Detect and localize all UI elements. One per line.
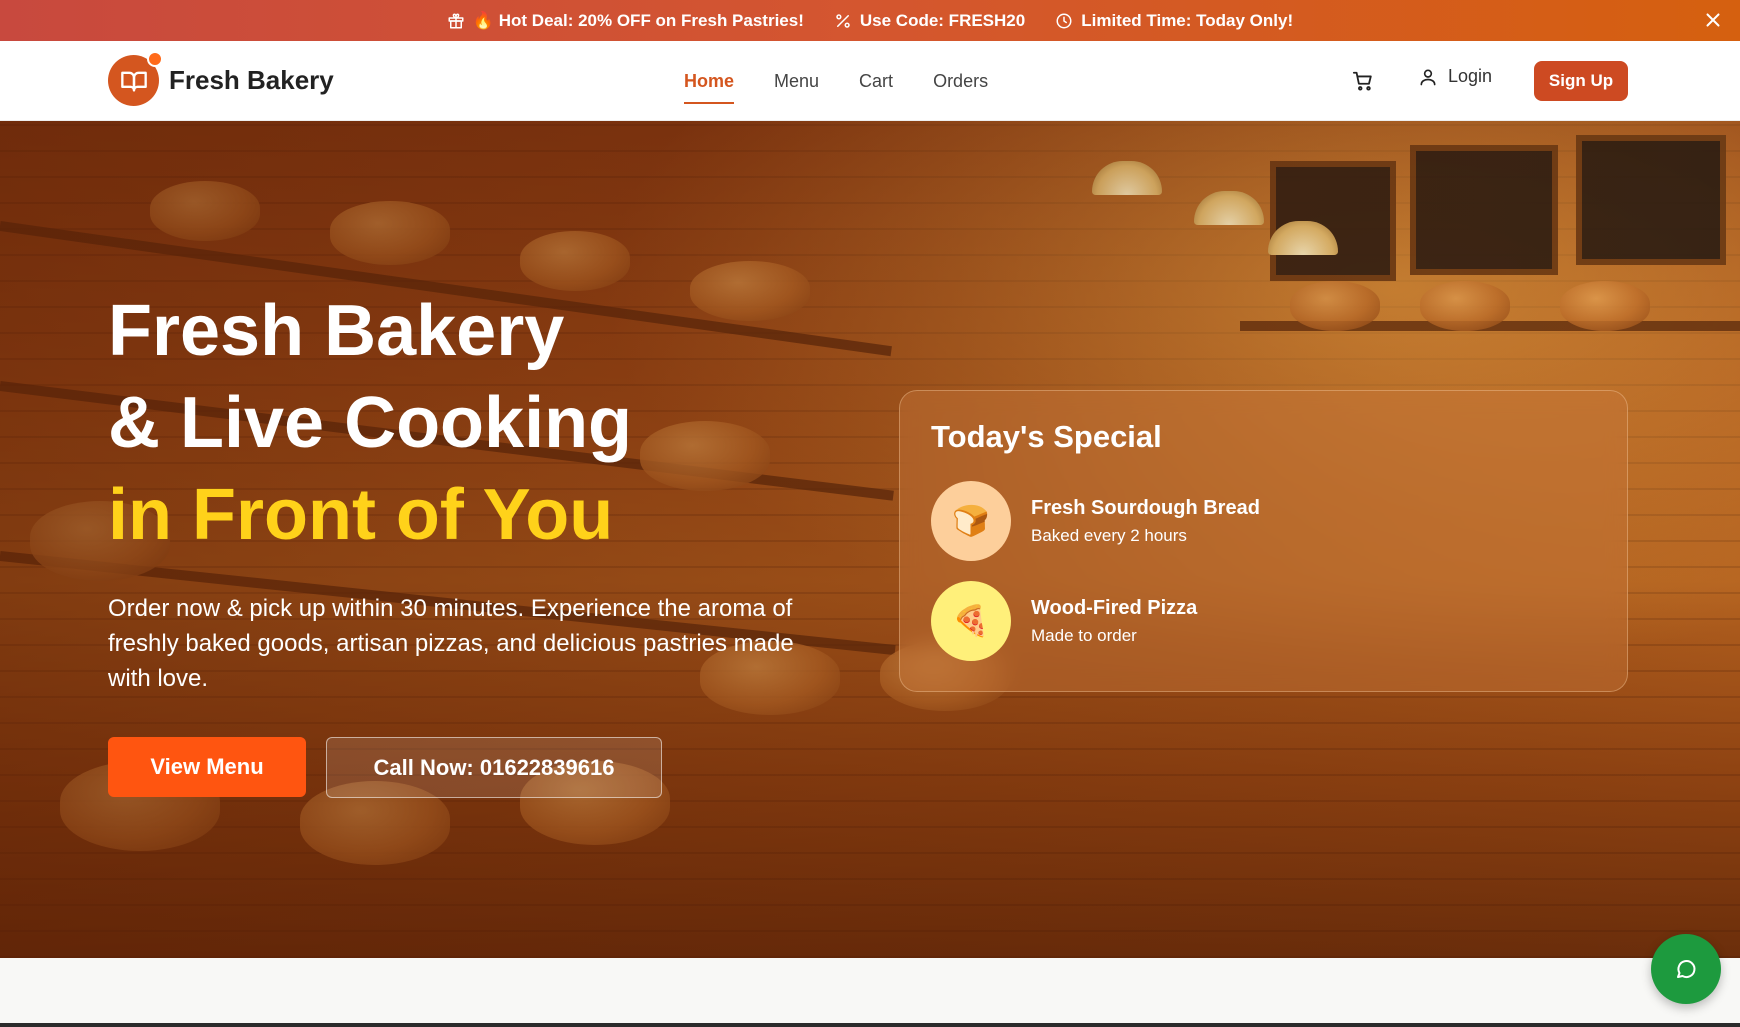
nav-menu[interactable]: Menu: [774, 63, 819, 100]
shopping-cart-icon[interactable]: [1352, 70, 1374, 92]
pizza-icon: 🍕: [931, 581, 1011, 661]
promo-item-deal: 🔥 Hot Deal: 20% OFF on Fresh Pastries!: [447, 11, 804, 31]
signup-button[interactable]: Sign Up: [1534, 61, 1628, 101]
book-open-icon: [120, 71, 147, 92]
logo[interactable]: Fresh Bakery: [108, 51, 334, 106]
section-divider: [0, 1023, 1740, 1027]
logo-dot: [147, 51, 163, 67]
percent-icon: [836, 13, 850, 28]
promo-code-text: Use Code: FRESH20: [859, 10, 1026, 30]
hero-description: Order now & pick up within 30 minutes. E…: [108, 595, 794, 692]
promo-item-code: Use Code: FRESH20: [834, 11, 1025, 31]
logo-badge: [108, 51, 163, 106]
promo-item-time: Limited Time: Today Only!: [1055, 11, 1293, 31]
special-item-subtitle: Made to order: [1031, 625, 1137, 645]
call-now-button[interactable]: Call Now: 01622839616: [326, 737, 662, 798]
next-section: [0, 958, 1740, 1027]
special-item-name: Fresh Sourdough Bread: [1031, 496, 1260, 519]
special-item-name: Wood-Fired Pizza: [1031, 596, 1198, 619]
special-item-subtitle: Baked every 2 hours: [1031, 525, 1187, 545]
nav-cart[interactable]: Cart: [859, 63, 893, 100]
todays-special-card: Today's Special 🍞 Fresh Sourdough Bread …: [899, 390, 1628, 692]
chat-button[interactable]: [1651, 934, 1721, 1004]
hero-title-line3: in Front of You: [108, 475, 614, 555]
logo-text: Fresh Bakery: [169, 65, 334, 95]
close-icon[interactable]: [1702, 9, 1724, 31]
nav-orders[interactable]: Orders: [933, 63, 988, 100]
special-title: Today's Special: [931, 419, 1162, 454]
special-item: 🍞 Fresh Sourdough Bread Baked every 2 ho…: [931, 481, 1260, 561]
main-nav: Home Menu Cart Orders: [684, 41, 988, 121]
message-circle-icon: [1677, 960, 1696, 979]
gift-icon: [448, 13, 464, 28]
nav-home[interactable]: Home: [684, 63, 735, 104]
special-item: 🍕 Wood-Fired Pizza Made to order: [931, 581, 1197, 661]
hero-section: Fresh Bakery & Live Cooking in Front of …: [0, 121, 1740, 958]
promo-bar: 🔥 Hot Deal: 20% OFF on Fresh Pastries! U…: [0, 0, 1740, 41]
promo-deal-text: 🔥 Hot Deal: 20% OFF on Fresh Pastries!: [472, 10, 804, 30]
bread-icon: 🍞: [931, 481, 1011, 561]
login-button[interactable]: Login: [1418, 66, 1492, 87]
site-header: Fresh Bakery Home Menu Cart Orders Login…: [0, 41, 1740, 121]
user-icon: [1420, 69, 1436, 85]
hero-title-line2: & Live Cooking: [108, 383, 633, 463]
hero-title: Fresh Bakery & Live Cooking in Front of …: [108, 285, 632, 561]
view-menu-button[interactable]: View Menu: [108, 737, 306, 797]
hero-title-line1: Fresh Bakery: [108, 291, 565, 371]
promo-time-text: Limited Time: Today Only!: [1081, 10, 1294, 30]
clock-icon: [1056, 13, 1072, 28]
login-label: Login: [1448, 66, 1493, 86]
